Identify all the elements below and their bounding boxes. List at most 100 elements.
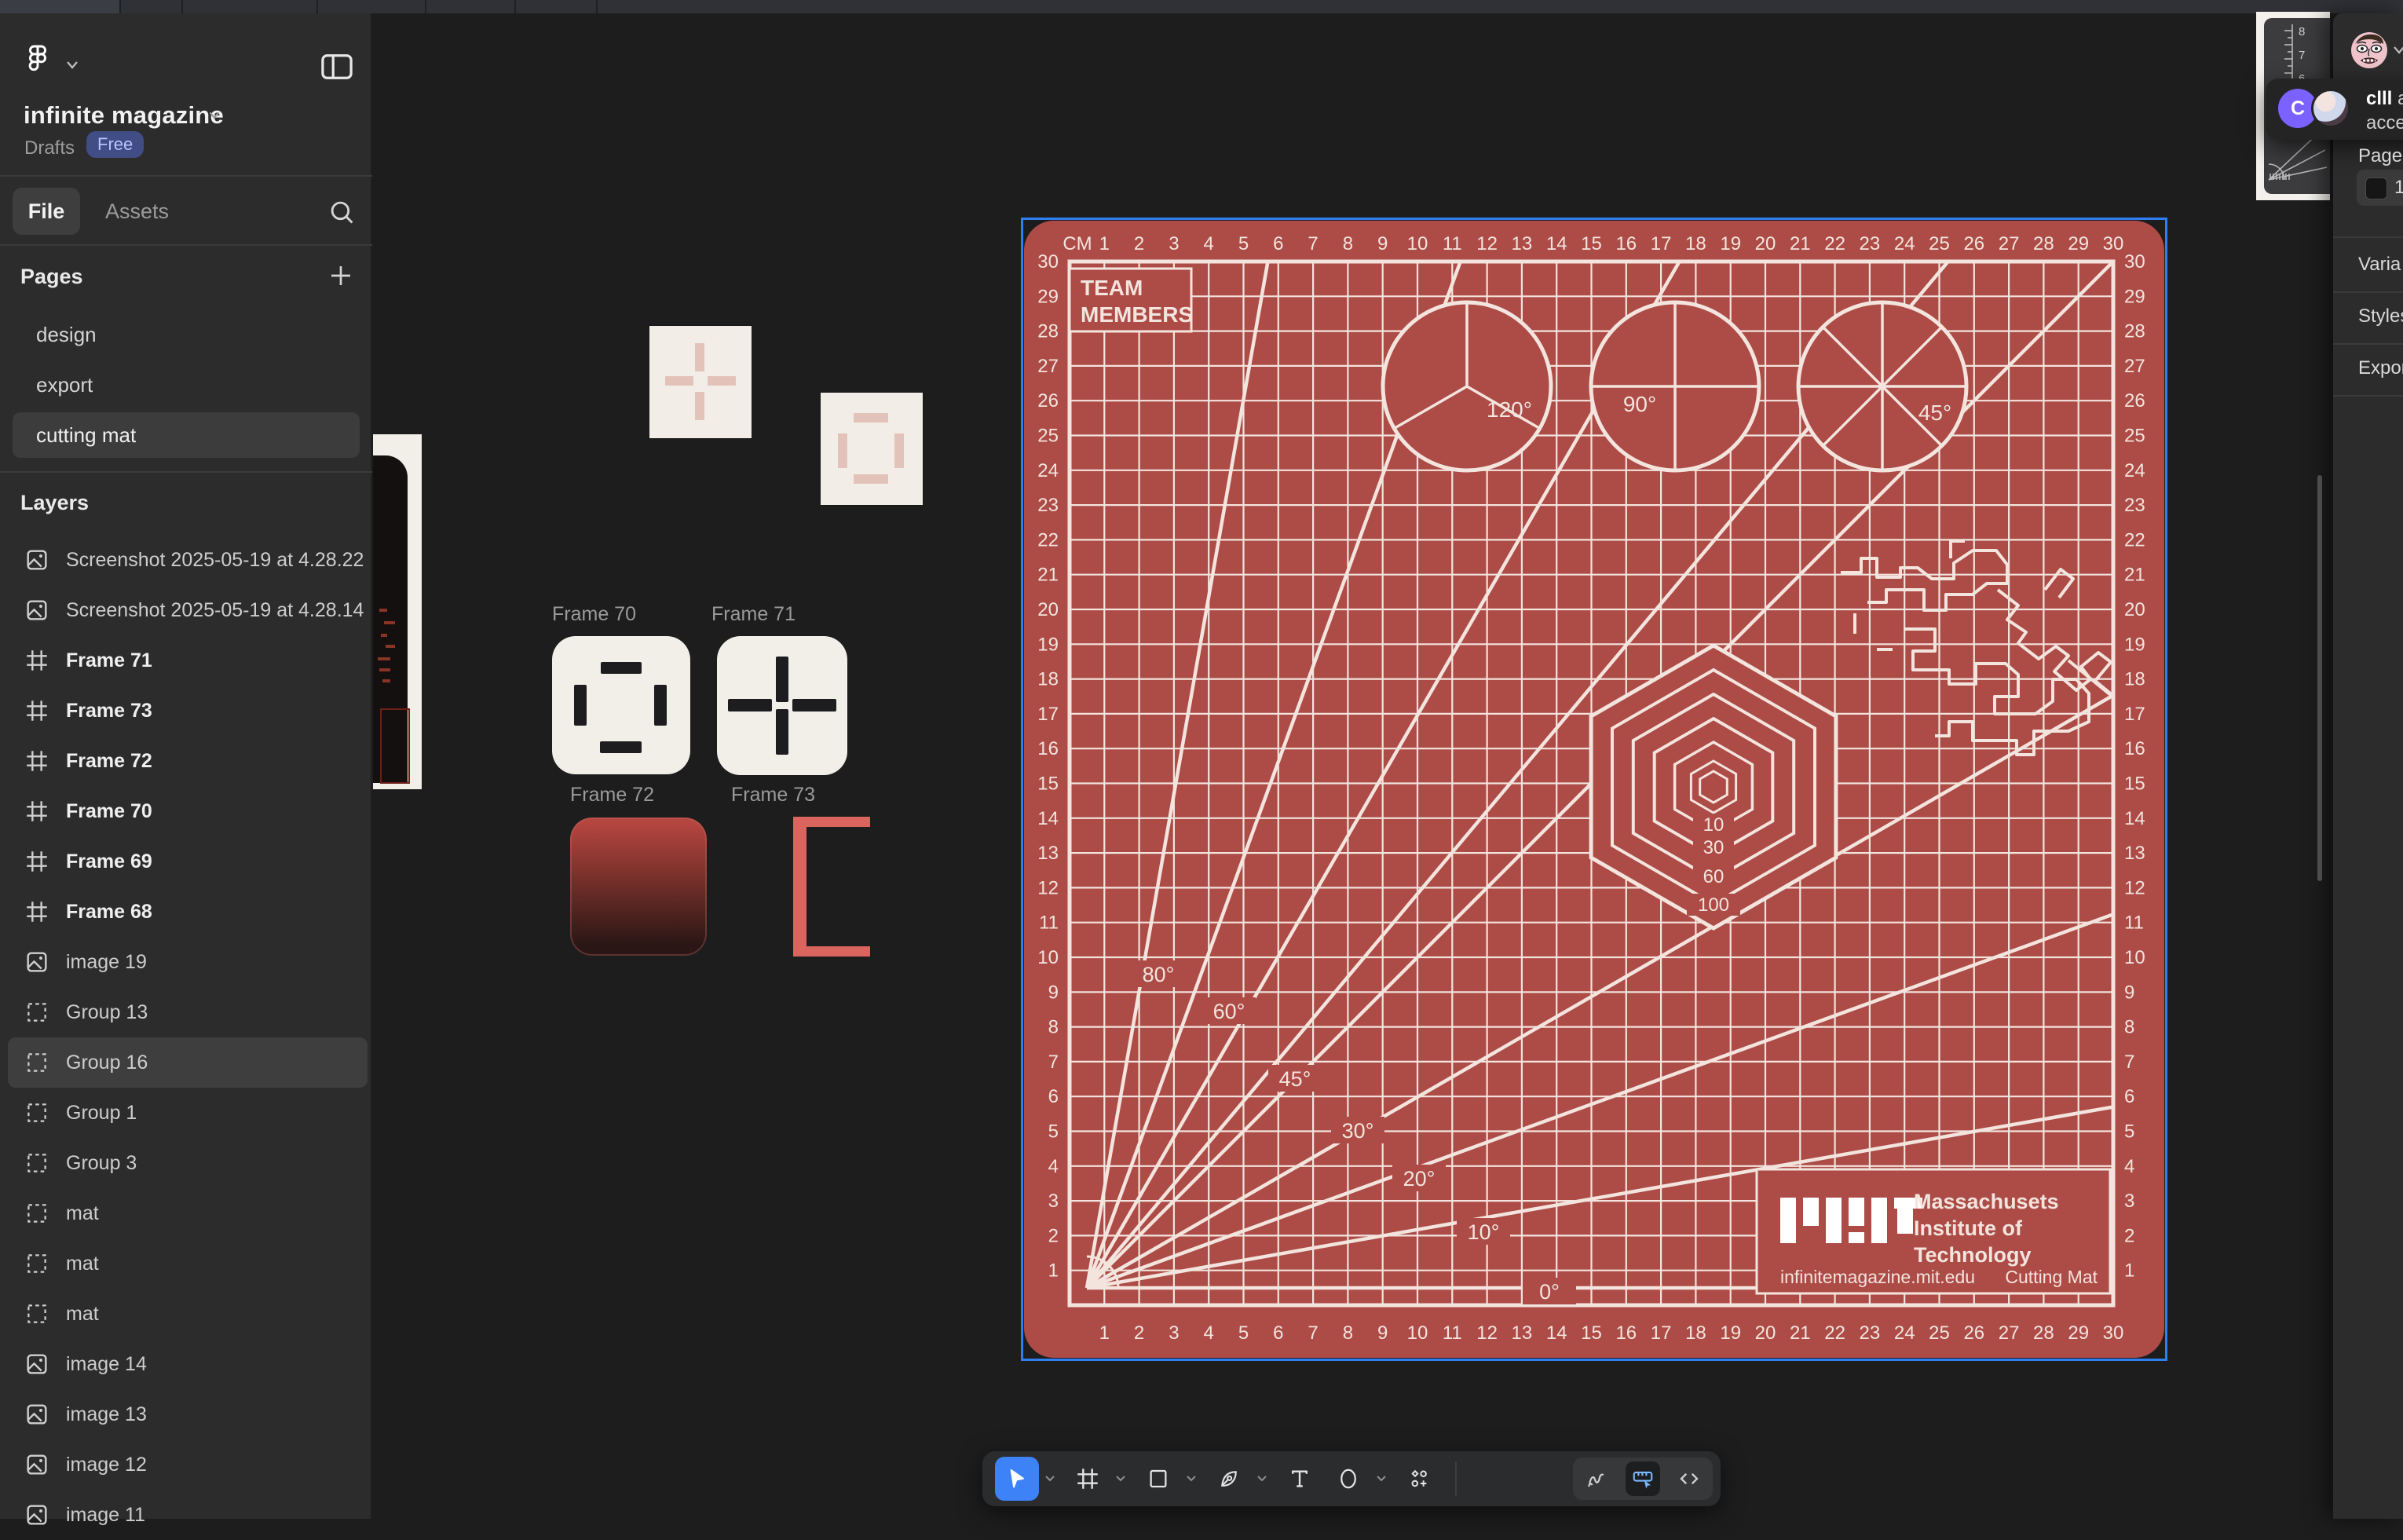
layer-row[interactable]: image 19: [8, 937, 368, 987]
cutting-mat-object[interactable]: TEAMMEMBERS120°90°45°10306010080°60°45°3…: [1024, 221, 2164, 1358]
chevron-down-icon[interactable]: [2393, 45, 2403, 60]
variables-section-label[interactable]: Varia: [2358, 254, 2401, 276]
add-page-icon[interactable]: [327, 262, 355, 294]
color-swatch[interactable]: [2365, 177, 2387, 199]
layer-row[interactable]: Screenshot 2025-05-19 at 4.28.14 PM: [8, 585, 368, 635]
layer-row[interactable]: Frame 71: [8, 635, 368, 686]
group-icon: [24, 1099, 50, 1126]
pages-header: Pages: [20, 265, 83, 289]
canvas-scrollbar[interactable]: [2317, 475, 2322, 881]
breadcrumb-drafts[interactable]: Drafts: [24, 137, 75, 159]
annotate-toggle[interactable]: [1579, 1461, 1614, 1496]
svg-text:16: 16: [1615, 233, 1637, 254]
svg-text:90°: 90°: [1623, 392, 1656, 416]
layer-row[interactable]: Group 16: [8, 1037, 368, 1088]
chevron-down-icon[interactable]: [1110, 1473, 1132, 1484]
chevron-down-icon[interactable]: [1180, 1473, 1202, 1484]
frame-label[interactable]: Frame 70: [552, 603, 636, 626]
layer-row[interactable]: Group 13: [8, 987, 368, 1037]
chevron-down-icon[interactable]: [1370, 1473, 1392, 1484]
collaborators-popover[interactable]: C clll an acces: [2266, 79, 2403, 140]
sidebar-toggle-icon[interactable]: [319, 51, 355, 82]
svg-text:15: 15: [1037, 774, 1059, 795]
layer-row[interactable]: Frame 68: [8, 887, 368, 937]
frame-72-object[interactable]: [570, 818, 707, 956]
svg-text:26: 26: [1037, 390, 1059, 412]
layer-row[interactable]: image 11: [8, 1490, 368, 1540]
avatar[interactable]: [2350, 31, 2388, 69]
measure-toggle[interactable]: [1626, 1461, 1660, 1496]
layer-row[interactable]: Frame 69: [8, 836, 368, 887]
layer-row[interactable]: image 12: [8, 1439, 368, 1490]
svg-text:27: 27: [1999, 1322, 2020, 1344]
layer-row[interactable]: Screenshot 2025-05-19 at 4.28.22 PM: [8, 535, 368, 585]
dev-mode-toggle[interactable]: [1672, 1461, 1706, 1496]
layer-row[interactable]: image 14: [8, 1339, 368, 1389]
file-title[interactable]: infinite magazine: [24, 101, 224, 130]
svg-text:27: 27: [2124, 356, 2145, 377]
sidebar-page-design[interactable]: design: [13, 312, 360, 357]
chevron-down-icon[interactable]: [63, 59, 82, 71]
svg-text:23: 23: [1860, 233, 1881, 254]
layer-row[interactable]: Frame 72: [8, 736, 368, 786]
svg-text:17: 17: [1651, 233, 1672, 254]
right-panel: C clll an acces Page 1 Varia Styles Expo…: [2333, 13, 2403, 1519]
tab-file[interactable]: File: [13, 188, 80, 235]
chevron-down-icon[interactable]: [1251, 1473, 1273, 1484]
shape-tool[interactable]: [1136, 1457, 1180, 1501]
poster-texture: [378, 657, 390, 660]
registration-card-corners[interactable]: [821, 393, 923, 505]
divider: [2333, 343, 2403, 345]
svg-text:13: 13: [2124, 843, 2145, 864]
frame-label[interactable]: Frame 71: [711, 603, 796, 626]
sidebar-page-export[interactable]: export: [13, 362, 360, 408]
svg-text:3: 3: [1169, 1322, 1179, 1344]
ellipse-tool[interactable]: [1326, 1457, 1370, 1501]
layer-row[interactable]: Group 1: [8, 1088, 368, 1138]
registration-card-crosshair[interactable]: [649, 326, 752, 438]
svg-text:11: 11: [1039, 913, 1059, 934]
svg-text:5: 5: [2124, 1121, 2134, 1143]
frame-label[interactable]: Frame 72: [570, 784, 654, 807]
svg-text:11: 11: [1443, 1322, 1462, 1344]
layer-row[interactable]: Group 3: [8, 1138, 368, 1188]
frame-label[interactable]: Frame 73: [731, 784, 815, 807]
frame-71-object[interactable]: [717, 636, 847, 775]
svg-text:Cutting Mat: Cutting Mat: [2005, 1267, 2098, 1287]
layer-row[interactable]: Frame 73: [8, 686, 368, 736]
sidebar-page-cutting-mat[interactable]: cutting mat: [13, 412, 360, 458]
image-icon: [24, 1401, 50, 1428]
export-section-label[interactable]: Expor: [2358, 357, 2403, 379]
layer-row[interactable]: image 13: [8, 1389, 368, 1439]
svg-text:16: 16: [1037, 738, 1059, 759]
page-color-row[interactable]: 1: [2357, 170, 2403, 206]
chevron-down-icon[interactable]: [206, 109, 223, 122]
pen-tool[interactable]: [1207, 1457, 1251, 1501]
actions-tool[interactable]: [1397, 1457, 1441, 1501]
svg-text:10: 10: [1703, 814, 1725, 836]
frame-70-object[interactable]: [552, 636, 690, 774]
layer-row[interactable]: mat: [8, 1289, 368, 1339]
figma-logo-icon[interactable]: [20, 42, 55, 86]
styles-section-label[interactable]: Styles: [2358, 305, 2403, 327]
layer-row[interactable]: mat: [8, 1188, 368, 1238]
layer-row[interactable]: mat: [8, 1238, 368, 1289]
frame-tool[interactable]: [1066, 1457, 1110, 1501]
tab-assets[interactable]: Assets: [93, 188, 181, 235]
search-icon[interactable]: [327, 197, 357, 231]
svg-text:25: 25: [1037, 426, 1059, 447]
svg-text:12: 12: [1476, 233, 1498, 254]
page-section-label[interactable]: Page: [2358, 145, 2402, 167]
svg-text:Massachusets: Massachusets: [1914, 1190, 2059, 1213]
layer-label: Frame 68: [66, 901, 152, 924]
poster-image-object[interactable]: [373, 434, 422, 789]
layer-row[interactable]: Frame 70: [8, 786, 368, 836]
svg-text:45°: 45°: [1918, 401, 1951, 425]
svg-text:8: 8: [1343, 233, 1353, 254]
svg-text:60°: 60°: [1213, 1000, 1245, 1023]
text-tool[interactable]: [1278, 1457, 1322, 1501]
move-tool[interactable]: [995, 1457, 1039, 1501]
chevron-down-icon[interactable]: [1039, 1473, 1061, 1484]
frame-73-object[interactable]: [793, 817, 870, 957]
svg-text:1: 1: [2124, 1260, 2134, 1282]
